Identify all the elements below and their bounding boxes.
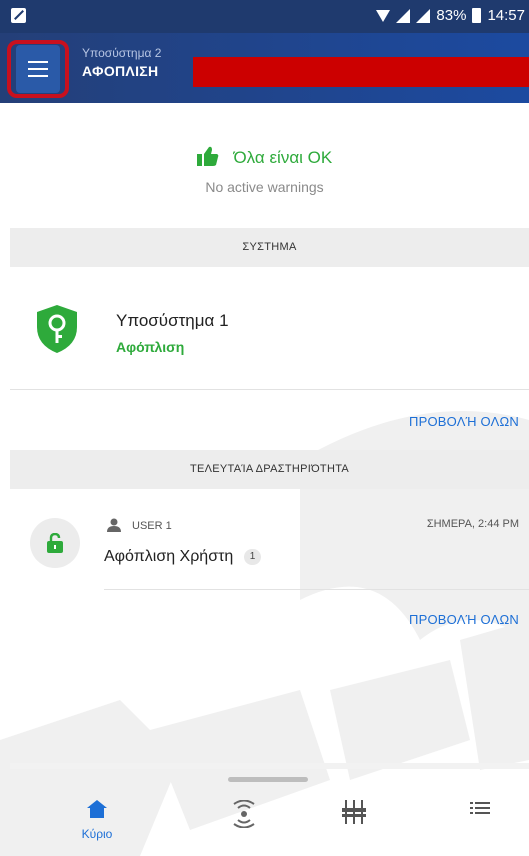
nav-controls[interactable] — [324, 800, 384, 829]
clock: 14:57 — [487, 7, 525, 24]
activity-description-text: Αφόπλιση Χρήστη — [104, 548, 234, 565]
nav-sensors[interactable] — [214, 799, 274, 833]
activity-user: USER 1 — [132, 520, 172, 532]
drag-handle[interactable] — [228, 777, 308, 782]
partition-status: Αφόπλιση — [116, 339, 185, 355]
controls-icon — [342, 800, 366, 824]
notification-icon — [11, 8, 26, 23]
sensors-icon — [233, 799, 255, 829]
partition-subtitle: Υποσύστημα 2 — [82, 46, 162, 60]
system-status-bar: 83% 14:57 — [0, 0, 529, 33]
battery-icon — [472, 8, 482, 23]
partition-name[interactable]: Υποσύστημα 1 — [116, 311, 229, 331]
menu-highlight-annotation — [7, 40, 69, 98]
bottom-sheet-edge — [10, 763, 529, 769]
status-indicators: 83% 14:57 — [376, 7, 525, 24]
nav-home-label: Κύριο — [81, 827, 113, 841]
thumbs-up-icon — [196, 146, 219, 166]
user-icon — [107, 518, 121, 532]
divider — [104, 589, 529, 590]
activity-count-badge: 1 — [243, 549, 262, 565]
disarmed-shield-icon — [37, 305, 77, 353]
unlocked-icon — [47, 533, 63, 553]
wifi-icon — [376, 9, 391, 22]
home-icon — [87, 800, 107, 818]
redaction-bar — [193, 57, 529, 87]
warnings-text: No active warnings — [205, 179, 324, 195]
nav-home[interactable]: Κύριο — [67, 800, 127, 841]
page-title: ΑΦΟΠΛΙΣΗ — [82, 63, 159, 79]
signal-icon-2 — [416, 8, 431, 23]
nav-list[interactable] — [450, 800, 510, 821]
list-icon — [470, 802, 490, 814]
divider — [10, 389, 529, 390]
view-all-activity-link[interactable]: ΠΡΟΒΟΛΉ ΟΛΩΝ — [409, 612, 519, 627]
ok-text: Όλα είναι OK — [233, 148, 333, 167]
system-section-header: ΣΥΣΤΗΜΑ — [10, 228, 529, 267]
activity-description[interactable]: Αφόπλιση Χρήστη 1 — [104, 548, 262, 566]
ok-status: Όλα είναι OK — [0, 146, 529, 168]
view-all-system-link[interactable]: ΠΡΟΒΟΛΉ ΟΛΩΝ — [409, 414, 519, 429]
activity-section-header: ΤΕΛΕΥΤΑΊΑ ΔΡΑΣΤΗΡΙΌΤΗΤΑ — [10, 450, 529, 489]
activity-time: ΣΗΜΕΡΑ, 2:44 PM — [426, 518, 519, 530]
battery-percent: 83% — [436, 7, 467, 24]
signal-icon — [396, 8, 411, 23]
